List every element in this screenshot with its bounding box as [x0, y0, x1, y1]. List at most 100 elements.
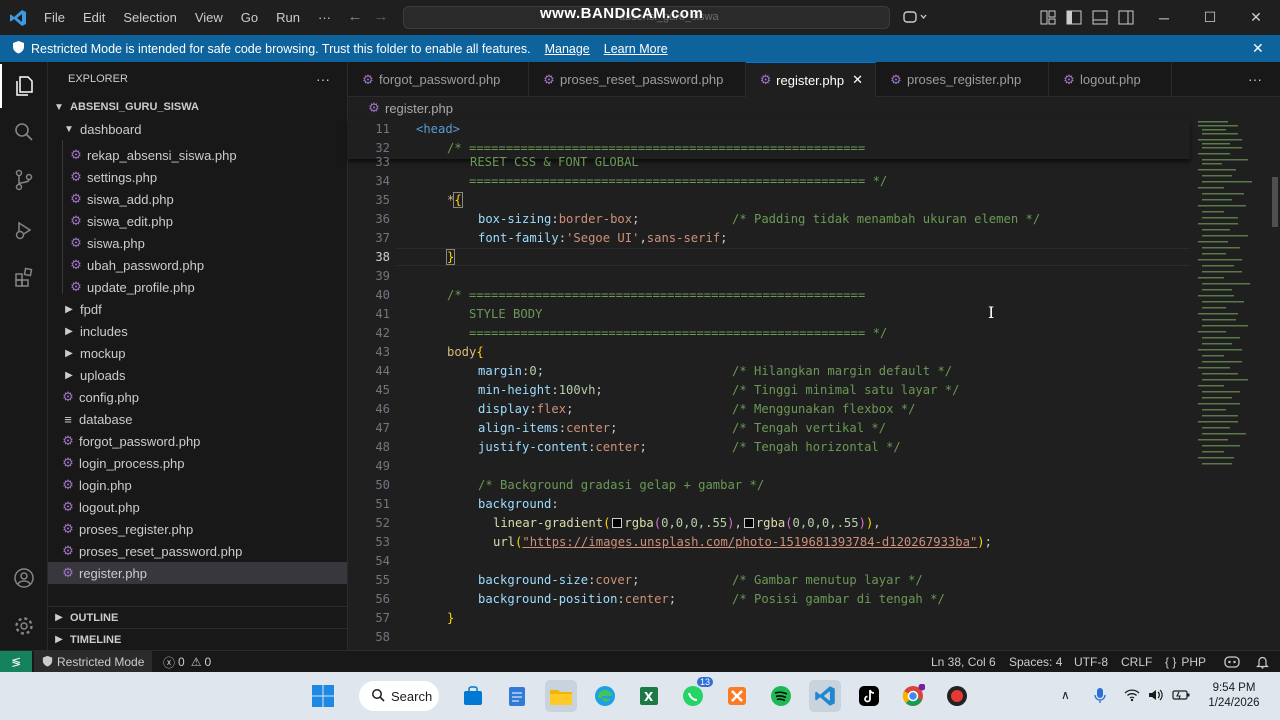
learn-more-link[interactable]: Learn More	[604, 42, 668, 56]
language-mode[interactable]: { } PHP	[1165, 651, 1206, 673]
file-register-selected[interactable]: ⚙ register.php	[48, 562, 347, 584]
menu-view[interactable]: View	[186, 10, 232, 25]
outline-section[interactable]: ▶ OUTLINE	[48, 606, 347, 628]
folder-uploads[interactable]: ▶ uploads	[48, 364, 347, 386]
file-proses-register[interactable]: ⚙ proses_register.php	[48, 518, 347, 540]
windows-start-icon[interactable]	[307, 680, 339, 712]
file-siswa[interactable]: ⚙ siswa.php	[48, 232, 347, 254]
folder-fpdf[interactable]: ▶ fpdf	[48, 298, 347, 320]
file-update-profile[interactable]: ⚙ update_profile.php	[48, 276, 347, 298]
file-login-process[interactable]: ⚙ login_process.php	[48, 452, 347, 474]
file-database[interactable]: ≡ database	[48, 408, 347, 430]
run-debug-icon[interactable]	[0, 208, 48, 252]
color-swatch[interactable]	[612, 518, 623, 528]
menu-run[interactable]: Run	[267, 10, 309, 25]
file-logout[interactable]: ⚙ logout.php	[48, 496, 347, 518]
file-explorer-icon[interactable]	[545, 680, 577, 712]
tab-logout[interactable]: ⚙ logout.php	[1049, 62, 1172, 97]
restricted-mode-indicator[interactable]: Restricted Mode	[34, 651, 153, 673]
manage-link[interactable]: Manage	[545, 42, 590, 56]
file-proses-reset-password[interactable]: ⚙ proses_reset_password.php	[48, 540, 347, 562]
menu-selection[interactable]: Selection	[114, 10, 185, 25]
taskbar-search-box[interactable]: Search	[359, 681, 439, 711]
vertical-scrollbar[interactable]	[1270, 119, 1280, 650]
file-siswa-add[interactable]: ⚙ siswa_add.php	[48, 188, 347, 210]
cursor-position[interactable]: Ln 38, Col 6	[931, 651, 996, 673]
file-config[interactable]: ⚙ config.php	[48, 386, 347, 408]
account-icon[interactable]	[0, 556, 48, 600]
minimize-button[interactable]: ─	[1141, 0, 1187, 35]
sticky-scroll-header[interactable]: 11 <head> 32 /* ========================…	[348, 119, 1190, 159]
workspace-root[interactable]: ▼ ABSENSI_GURU_SISWA	[48, 96, 347, 118]
menu-file[interactable]: File	[35, 10, 74, 25]
tiktok-icon[interactable]	[853, 680, 885, 712]
close-banner-icon[interactable]: ✕	[1252, 40, 1264, 57]
back-arrow-icon[interactable]: ←	[342, 8, 368, 25]
line-number: 39	[375, 269, 390, 283]
notepad-icon[interactable]	[501, 680, 533, 712]
extensions-icon[interactable]	[0, 255, 48, 299]
maximize-button[interactable]: ☐	[1187, 0, 1233, 35]
chevron-up-icon[interactable]: ∧	[1061, 688, 1070, 702]
file-rekap-absensi-siswa[interactable]: ⚙ rekap_absensi_siswa.php	[48, 144, 347, 166]
toggle-secondary-sidebar-icon[interactable]	[1118, 10, 1134, 30]
edge-browser-icon[interactable]	[589, 680, 621, 712]
explorer-icon[interactable]	[0, 64, 48, 108]
microsoft-store-icon[interactable]	[457, 680, 489, 712]
minimap[interactable]	[1190, 119, 1270, 650]
forward-arrow-icon[interactable]: →	[368, 8, 394, 25]
file-siswa-edit[interactable]: ⚙ siswa_edit.php	[48, 210, 347, 232]
bandicam-record-icon[interactable]	[941, 680, 973, 712]
tab-proses-reset-password[interactable]: ⚙ proses_reset_password.php	[529, 62, 746, 97]
tab-proses-register[interactable]: ⚙ proses_register.php	[876, 62, 1049, 97]
color-swatch[interactable]	[743, 518, 754, 528]
settings-gear-icon[interactable]	[0, 604, 48, 648]
wifi-icon[interactable]	[1124, 688, 1140, 707]
timeline-section[interactable]: ▶ TIMELINE	[48, 628, 347, 650]
source-control-icon[interactable]	[0, 158, 48, 202]
problems-indicator[interactable]: ⓧ 0 ⚠ 0	[163, 651, 211, 673]
excel-icon[interactable]: X	[633, 680, 665, 712]
toggle-panel-icon[interactable]	[1092, 10, 1108, 30]
menu-more[interactable]: ···	[309, 10, 340, 25]
battery-icon[interactable]	[1172, 688, 1190, 707]
indentation[interactable]: Spaces: 4	[1009, 651, 1062, 673]
menu-edit[interactable]: Edit	[74, 10, 114, 25]
vscode-taskbar-icon[interactable]	[809, 680, 841, 712]
folder-dashboard[interactable]: ▼ dashboard	[48, 118, 347, 140]
search-icon[interactable]	[0, 110, 48, 154]
menu-go[interactable]: Go	[232, 10, 267, 25]
folder-includes[interactable]: ▶ includes	[48, 320, 347, 342]
close-window-button[interactable]: ✕	[1233, 0, 1279, 35]
url-link[interactable]: "https://images.unsplash.com/photo-15196…	[522, 535, 977, 549]
remote-indicator-icon[interactable]: ≶	[0, 651, 32, 673]
microphone-icon[interactable]	[1094, 687, 1106, 709]
spotify-icon[interactable]	[765, 680, 797, 712]
file-settings[interactable]: ⚙ settings.php	[48, 166, 347, 188]
notifications-bell-icon[interactable]	[1256, 651, 1269, 673]
copilot-icon[interactable]	[902, 9, 932, 27]
encoding[interactable]: UTF-8	[1074, 651, 1108, 673]
tab-register-active[interactable]: ⚙ register.php ✕	[746, 62, 876, 97]
layout-icon[interactable]	[1040, 10, 1056, 30]
line-ending[interactable]: CRLF	[1121, 651, 1152, 673]
close-tab-icon[interactable]: ✕	[852, 72, 863, 88]
more-actions-icon[interactable]: ···	[316, 71, 330, 87]
breadcrumb[interactable]: ⚙ register.php	[348, 97, 1280, 119]
file-forgot-password[interactable]: ⚙ forgot_password.php	[48, 430, 347, 452]
whatsapp-icon[interactable]: 13	[677, 677, 714, 712]
php-icon: ⚙	[62, 521, 74, 536]
tab-forgot-password[interactable]: ⚙ forgot_password.php	[348, 62, 529, 97]
copilot-status-icon[interactable]	[1224, 651, 1240, 673]
file-ubah-password[interactable]: ⚙ ubah_password.php	[48, 254, 347, 276]
chrome-icon[interactable]	[897, 680, 929, 712]
folder-mockup[interactable]: ▶ mockup	[48, 342, 347, 364]
toggle-sidebar-icon[interactable]	[1066, 10, 1082, 30]
code-editor[interactable]: 11 <head> 32 /* ========================…	[348, 119, 1280, 650]
scrollbar-thumb[interactable]	[1272, 177, 1278, 227]
tab-more-actions-icon[interactable]: ···	[1248, 71, 1262, 87]
xampp-icon[interactable]	[721, 680, 753, 712]
volume-icon[interactable]	[1148, 688, 1164, 707]
system-clock[interactable]: 9:54 PM 1/24/2026	[1202, 681, 1266, 711]
file-login[interactable]: ⚙ login.php	[48, 474, 347, 496]
